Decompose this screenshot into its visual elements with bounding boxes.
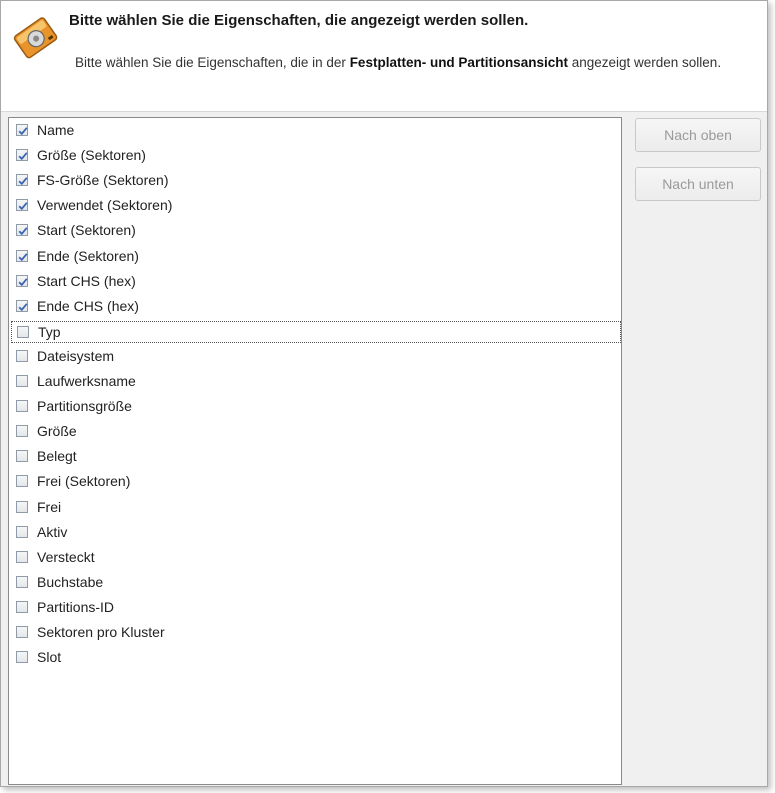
list-item[interactable]: Ende CHS (hex) — [11, 296, 621, 318]
description-text-end: angezeigt werden sollen. — [567, 55, 722, 70]
checkmark-icon — [18, 152, 28, 161]
checkbox-unchecked[interactable] — [16, 550, 28, 563]
list-item-label: FS-Größe (Sektoren) — [37, 172, 169, 189]
list-item-label: Ende CHS (hex) — [37, 297, 139, 314]
checkbox-unchecked[interactable] — [16, 500, 28, 513]
list-item[interactable]: Start (Sektoren) — [11, 220, 621, 242]
list-item-label: Partitionsgröße — [37, 398, 132, 415]
list-item-label: Dateisystem — [37, 347, 115, 364]
list-item-label: Frei (Sektoren) — [37, 473, 131, 490]
list-item[interactable]: Größe — [11, 421, 621, 443]
list-item-label: Start (Sektoren) — [37, 222, 136, 239]
list-item[interactable]: Ende (Sektoren) — [11, 246, 621, 268]
list-item[interactable]: Verwendet (Sektoren) — [11, 195, 621, 217]
list-item-label: Laufwerksname — [37, 373, 136, 389]
property-checklist[interactable]: Name Größe (Sektoren) FS-Größe (Sektoren) V… — [8, 117, 622, 785]
list-item-label: Ende (Sektoren) — [37, 247, 139, 264]
list-item-label: Start CHS (hex) — [37, 272, 136, 289]
list-item-label: Größe — [37, 423, 77, 440]
checkbox-unchecked[interactable] — [16, 575, 28, 588]
checkbox-checked[interactable] — [16, 174, 28, 187]
list-item-label: Slot — [37, 649, 62, 666]
move-down-button[interactable]: Nach unten — [635, 167, 761, 201]
list-item[interactable]: Frei — [11, 497, 621, 519]
list-item[interactable]: Partitionsgröße — [11, 396, 621, 418]
list-item-label: Buchstabe — [37, 573, 104, 590]
list-item-label: Sektoren pro Kluster — [37, 624, 165, 640]
checkbox-unchecked[interactable] — [16, 626, 28, 638]
list-item[interactable]: Versteckt — [11, 547, 621, 569]
checkbox-checked[interactable] — [16, 274, 28, 287]
description-highlight: Festplatten- und Partitionsansicht — [349, 55, 568, 70]
checkbox-checked[interactable] — [16, 249, 28, 262]
list-item-label: Größe (Sektoren) — [37, 147, 146, 164]
checkbox-unchecked[interactable] — [16, 375, 28, 387]
list-item[interactable]: Belegt — [11, 446, 621, 468]
checkbox-unchecked[interactable] — [16, 525, 28, 538]
checkbox-unchecked[interactable] — [16, 651, 28, 664]
checkbox-checked[interactable] — [16, 199, 28, 212]
list-item[interactable]: Laufwerksname — [11, 371, 621, 393]
list-item[interactable]: Name — [11, 120, 621, 142]
list-item-label: Verwendet (Sektoren) — [37, 197, 173, 214]
checkbox-unchecked[interactable] — [16, 425, 28, 438]
list-item[interactable]: Start CHS (hex) — [11, 271, 621, 293]
checkbox-unchecked[interactable] — [16, 400, 28, 413]
checkmark-icon — [18, 227, 28, 236]
list-item[interactable]: FS-Größe (Sektoren) — [11, 170, 621, 192]
checkmark-icon — [18, 252, 28, 261]
list-item[interactable]: Typ — [11, 320, 621, 343]
list-item-label: Typ — [38, 323, 61, 340]
list-item[interactable]: Frei (Sektoren) — [11, 471, 621, 493]
move-up-button[interactable]: Nach oben — [635, 118, 761, 152]
properties-dialog: Bitte wählen Sie die Eigenschaften, die … — [0, 0, 768, 787]
checkbox-unchecked[interactable] — [17, 325, 29, 338]
list-item[interactable]: Buchstabe — [11, 572, 621, 594]
disk-drive-icon — [13, 17, 58, 59]
checkbox-unchecked[interactable] — [16, 349, 28, 362]
list-item[interactable]: Größe (Sektoren) — [11, 145, 621, 167]
checkmark-icon — [18, 177, 28, 186]
checkbox-unchecked[interactable] — [16, 450, 28, 463]
description-text: Bitte wählen Sie die Eigenschaften, die … — [75, 55, 350, 70]
list-item-label: Name — [37, 122, 75, 138]
checkmark-icon — [18, 302, 28, 311]
list-item-label: Partitions-ID — [37, 598, 115, 615]
checkbox-checked[interactable] — [16, 124, 28, 136]
list-item-label: Belegt — [37, 448, 77, 465]
list-item[interactable]: Dateisystem — [11, 346, 621, 368]
list-item-label: Frei — [37, 498, 62, 515]
checkmark-icon — [18, 202, 28, 211]
checkbox-unchecked[interactable] — [16, 475, 28, 488]
list-item[interactable]: Sektoren pro Kluster — [11, 622, 621, 644]
list-item[interactable]: Aktiv — [11, 522, 621, 544]
list-item-label: Versteckt — [37, 548, 95, 565]
list-item-label: Aktiv — [37, 523, 68, 540]
list-item[interactable]: Slot — [11, 647, 621, 669]
list-item[interactable]: Partitions-ID — [11, 597, 621, 619]
checkbox-checked[interactable] — [16, 149, 28, 162]
dialog-header: Bitte wählen Sie die Eigenschaften, die … — [1, 1, 767, 112]
checkmark-icon — [18, 277, 28, 286]
checkmark-icon — [18, 127, 28, 136]
checkbox-unchecked[interactable] — [16, 600, 28, 613]
header-title: Bitte wählen Sie die Eigenschaften, die … — [69, 12, 529, 29]
checkbox-checked[interactable] — [16, 224, 28, 237]
checkbox-checked[interactable] — [16, 299, 28, 312]
header-description: Bitte wählen Sie die Eigenschaften, die … — [75, 53, 735, 73]
